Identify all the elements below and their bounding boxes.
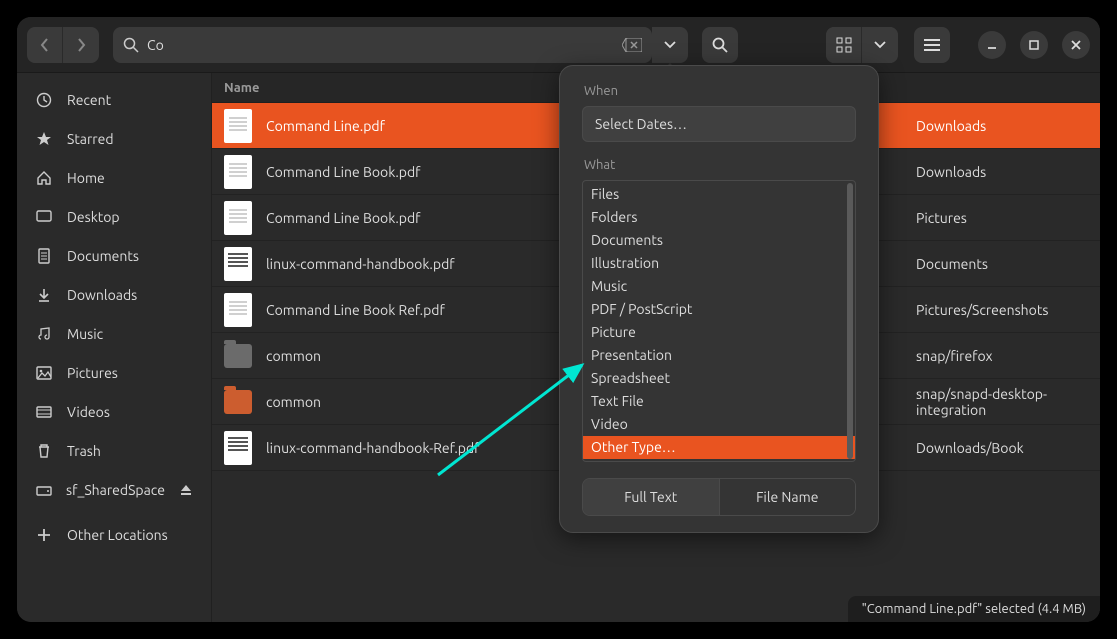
what-type-list[interactable]: FilesFoldersDocumentsIllustrationMusicPD… bbox=[582, 180, 856, 462]
chevron-down-icon bbox=[664, 41, 676, 49]
doc-icon bbox=[35, 248, 53, 264]
search-filter-popover: When Select Dates… What FilesFoldersDocu… bbox=[559, 65, 879, 533]
sidebar-item-other-locations[interactable]: Other Locations bbox=[23, 516, 205, 554]
view-mode-group bbox=[826, 27, 898, 63]
grid-view-button[interactable] bbox=[826, 27, 862, 63]
what-item-other-type[interactable]: Other Type… bbox=[583, 436, 855, 459]
sidebar-item-starred[interactable]: Starred bbox=[23, 120, 205, 158]
full-text-mode[interactable]: Full Text bbox=[583, 479, 720, 515]
pdf-file-icon bbox=[224, 293, 252, 327]
what-item-files[interactable]: Files bbox=[583, 183, 855, 206]
sidebar-item-label: Downloads bbox=[67, 287, 137, 303]
chevron-right-icon bbox=[76, 38, 86, 52]
hamburger-icon bbox=[924, 38, 940, 52]
file-name-mode[interactable]: File Name bbox=[720, 479, 856, 515]
folder-icon bbox=[224, 390, 252, 414]
what-item-folders[interactable]: Folders bbox=[583, 206, 855, 229]
search-bar[interactable] bbox=[113, 27, 652, 63]
grid-icon bbox=[836, 37, 852, 53]
sidebar-item-label: Home bbox=[67, 170, 105, 186]
clock-icon bbox=[35, 92, 53, 108]
eject-icon[interactable] bbox=[179, 483, 193, 497]
sidebar-item-label: Trash bbox=[67, 443, 101, 459]
sidebar-item-label: Pictures bbox=[67, 365, 118, 381]
pdf-file-icon bbox=[224, 109, 252, 143]
sidebar-item-videos[interactable]: Videos bbox=[23, 393, 205, 431]
chevron-left-icon bbox=[40, 38, 50, 52]
nav-buttons bbox=[27, 27, 99, 63]
sidebar-item-label: Recent bbox=[67, 92, 111, 108]
star-icon bbox=[35, 131, 53, 147]
clear-search-icon[interactable] bbox=[622, 38, 642, 52]
what-item-picture[interactable]: Picture bbox=[583, 321, 855, 344]
search-options-dropdown[interactable] bbox=[652, 27, 688, 63]
sidebar-item-desktop[interactable]: Desktop bbox=[23, 198, 205, 236]
search-mode-toggle: Full Text File Name bbox=[582, 478, 856, 516]
forward-button[interactable] bbox=[63, 27, 99, 63]
sidebar-item-downloads[interactable]: Downloads bbox=[23, 276, 205, 314]
back-button[interactable] bbox=[27, 27, 63, 63]
what-item-pdf-postscript[interactable]: PDF / PostScript bbox=[583, 298, 855, 321]
minimize-button[interactable] bbox=[978, 31, 1006, 59]
what-item-presentation[interactable]: Presentation bbox=[583, 344, 855, 367]
plus-icon bbox=[35, 527, 53, 543]
minimize-icon bbox=[986, 39, 998, 51]
sidebar-item-documents[interactable]: Documents bbox=[23, 237, 205, 275]
sidebar-item-sf-sharedspace[interactable]: sf_SharedSpace bbox=[23, 471, 205, 509]
sidebar-item-home[interactable]: Home bbox=[23, 159, 205, 197]
drive-icon bbox=[35, 482, 52, 498]
maximize-button[interactable] bbox=[1020, 31, 1048, 59]
pdf-file-icon bbox=[224, 431, 252, 465]
chevron-down-icon bbox=[874, 41, 886, 49]
close-button[interactable] bbox=[1062, 31, 1090, 59]
search-icon bbox=[712, 37, 728, 53]
search-icon bbox=[123, 37, 139, 53]
pdf-file-icon bbox=[224, 201, 252, 235]
desktop-icon bbox=[35, 209, 53, 225]
pdf-file-icon bbox=[224, 155, 252, 189]
close-icon bbox=[1070, 39, 1082, 51]
titlebar bbox=[17, 17, 1100, 73]
search-input[interactable] bbox=[147, 37, 614, 53]
folder-icon bbox=[224, 344, 252, 368]
sidebar-item-trash[interactable]: Trash bbox=[23, 432, 205, 470]
what-item-text-file[interactable]: Text File bbox=[583, 390, 855, 413]
what-item-spreadsheet[interactable]: Spreadsheet bbox=[583, 367, 855, 390]
home-icon bbox=[35, 170, 53, 186]
what-item-video[interactable]: Video bbox=[583, 413, 855, 436]
when-label: When bbox=[560, 84, 878, 106]
sidebar-item-label: Desktop bbox=[67, 209, 120, 225]
sidebar-item-label: Videos bbox=[67, 404, 110, 420]
sidebar-item-recent[interactable]: Recent bbox=[23, 81, 205, 119]
what-item-illustration[interactable]: Illustration bbox=[583, 252, 855, 275]
trash-icon bbox=[35, 443, 53, 459]
select-dates-button[interactable]: Select Dates… bbox=[582, 106, 856, 142]
sidebar-item-music[interactable]: Music bbox=[23, 315, 205, 353]
maximize-icon bbox=[1028, 39, 1040, 51]
sidebar-item-label: Music bbox=[67, 326, 103, 342]
music-icon bbox=[35, 326, 53, 342]
download-icon bbox=[35, 287, 53, 303]
what-item-music[interactable]: Music bbox=[583, 275, 855, 298]
view-dropdown-button[interactable] bbox=[862, 27, 898, 63]
sidebar-item-label: Other Locations bbox=[67, 527, 168, 543]
sidebar-item-label: Starred bbox=[67, 131, 114, 147]
menu-button[interactable] bbox=[914, 27, 950, 63]
sidebar-item-label: Documents bbox=[67, 248, 139, 264]
video-icon bbox=[35, 404, 53, 420]
what-item-documents[interactable]: Documents bbox=[583, 229, 855, 252]
pdf-file-icon bbox=[224, 247, 252, 281]
picture-icon bbox=[35, 365, 53, 381]
sidebar-item-label: sf_SharedSpace bbox=[66, 482, 165, 498]
sidebar-item-pictures[interactable]: Pictures bbox=[23, 354, 205, 392]
status-bar: "Command Line.pdf" selected (4.4 MB) bbox=[848, 596, 1100, 622]
what-label: What bbox=[560, 158, 878, 180]
sidebar: Recent Starred Home Desktop Documents Downloa… bbox=[17, 73, 212, 622]
search-toggle-button[interactable] bbox=[702, 27, 738, 63]
